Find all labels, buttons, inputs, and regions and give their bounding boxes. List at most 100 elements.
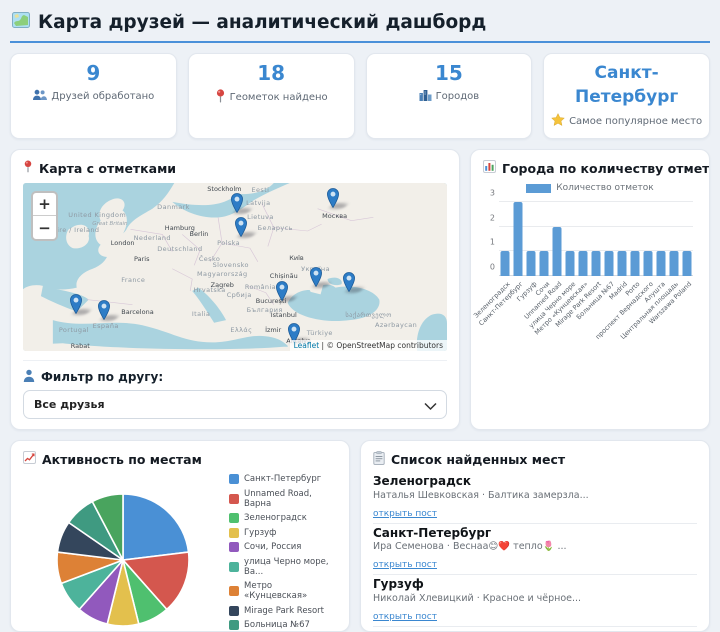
place-meta: Ира Семенова · Веснаа😊❤️ тепло🌷 ... bbox=[373, 541, 697, 552]
map-panel: Карта с отметками bbox=[10, 149, 460, 430]
stat-value: Санкт-Петербург bbox=[548, 61, 705, 109]
map-canvas[interactable]: StockholmEestiLatvijaLietuvaUnited Kingd… bbox=[23, 183, 447, 351]
gridline bbox=[499, 226, 693, 227]
map-marker-icon[interactable] bbox=[235, 217, 248, 237]
bar-chart-plot: 0123 bbox=[499, 202, 693, 276]
pie-chart-title: Активность по местам bbox=[42, 452, 202, 467]
person-icon bbox=[23, 369, 35, 385]
dashboard-page: Карта друзей — аналитический дашборд 9 Д… bbox=[0, 0, 720, 632]
place-name: Сочи, Россия bbox=[373, 629, 697, 632]
bar[interactable] bbox=[656, 251, 665, 276]
stats-row: 9 Друзей обработано 18 Геометок найдено … bbox=[10, 53, 710, 139]
stat-value: 15 bbox=[371, 61, 528, 85]
bar[interactable] bbox=[630, 251, 639, 276]
bar[interactable] bbox=[617, 251, 626, 276]
bar[interactable] bbox=[553, 227, 562, 276]
legend-swatch bbox=[229, 528, 239, 538]
map-marker-icon[interactable] bbox=[343, 272, 356, 292]
open-post-link[interactable]: открыть пост bbox=[373, 509, 437, 519]
bar[interactable] bbox=[592, 251, 601, 276]
stat-label: Друзей обработано bbox=[51, 91, 154, 103]
y-axis-tick: 0 bbox=[490, 263, 495, 272]
y-axis-tick: 1 bbox=[490, 238, 495, 247]
map-marker-icon[interactable] bbox=[231, 193, 244, 213]
friend-filter-select[interactable]: Все друзья bbox=[23, 390, 447, 419]
bar[interactable] bbox=[527, 251, 536, 276]
legend-swatch bbox=[229, 542, 239, 552]
app-header: Карта друзей — аналитический дашборд bbox=[10, 8, 710, 43]
place-list-item: Санкт-ПетербургИра Семенова · Веснаа😊❤️ … bbox=[373, 524, 697, 576]
place-list-item: ЗеленоградскНаталья Шевковская · Балтика… bbox=[373, 472, 697, 524]
people-icon bbox=[32, 89, 47, 105]
pie-legend-item[interactable]: улица Черно море, Ва... bbox=[229, 557, 337, 577]
map-marker-icon[interactable] bbox=[275, 281, 288, 301]
legend-swatch bbox=[229, 513, 239, 523]
legend-label: улица Черно море, Ва... bbox=[244, 557, 337, 577]
places-list-title: Список найденных мест bbox=[391, 452, 565, 467]
legend-label: Unnamed Road, Варна bbox=[244, 489, 337, 509]
bar-chart-title: Города по количеству отметок bbox=[502, 161, 710, 176]
pie-legend-item[interactable]: Mirage Park Resort bbox=[229, 606, 337, 616]
stat-label: Геометок найдено bbox=[230, 92, 328, 104]
pie-legend-item[interactable]: Больница №67 bbox=[229, 620, 337, 630]
pie-legend-item[interactable]: Гурзуф bbox=[229, 528, 337, 538]
legend-swatch bbox=[229, 474, 239, 484]
y-axis-tick: 2 bbox=[490, 213, 495, 222]
bar-chart-icon bbox=[483, 160, 496, 176]
open-post-link[interactable]: открыть пост bbox=[373, 612, 437, 622]
bar[interactable] bbox=[682, 251, 691, 276]
bar-chart-legend[interactable]: Количество отметок bbox=[483, 183, 697, 193]
place-name: Санкт-Петербург bbox=[373, 526, 697, 540]
stat-card-friends: 9 Друзей обработано bbox=[10, 53, 177, 139]
stat-card-geotags: 18 Геометок найдено bbox=[188, 53, 355, 139]
places-list: ЗеленоградскНаталья Шевковская · Балтика… bbox=[373, 472, 697, 632]
bar[interactable] bbox=[540, 251, 549, 276]
pie-legend-item[interactable]: Метро «Кунцевская» bbox=[229, 581, 337, 601]
bar[interactable] bbox=[604, 251, 613, 276]
places-list-panel: Список найденных мест ЗеленоградскНаталь… bbox=[360, 440, 710, 632]
open-post-link[interactable]: открыть пост bbox=[373, 560, 437, 570]
bar[interactable] bbox=[514, 202, 523, 276]
round-pushpin-icon bbox=[215, 89, 226, 107]
stat-label: Самое популярное место bbox=[569, 116, 702, 128]
legend-swatch bbox=[229, 586, 239, 596]
bar[interactable] bbox=[566, 251, 575, 276]
zoom-out-button[interactable]: − bbox=[33, 216, 56, 239]
legend-swatch bbox=[229, 494, 239, 504]
divider bbox=[23, 360, 447, 361]
pie-legend-item[interactable]: Зеленоградск bbox=[229, 513, 337, 523]
place-list-item: Сочи, РоссияЕлена Горькова · Это были пр… bbox=[373, 627, 697, 632]
legend-swatch bbox=[229, 562, 239, 572]
pie-legend-item[interactable]: Сочи, Россия bbox=[229, 542, 337, 552]
clipboard-icon bbox=[373, 451, 385, 468]
legend-label: Метро «Кунцевская» bbox=[244, 581, 337, 601]
map-marker-icon[interactable] bbox=[326, 188, 339, 208]
trend-chart-icon bbox=[23, 451, 36, 467]
bar-chart-panel: Города по количеству отметок Количество … bbox=[470, 149, 710, 430]
pie-legend-item[interactable]: Unnamed Road, Варна bbox=[229, 489, 337, 509]
gridline bbox=[499, 201, 693, 202]
place-list-item: ГурзуфНиколай Хлевицкий · Красное и чёрн… bbox=[373, 575, 697, 627]
leaflet-link[interactable]: Leaflet bbox=[294, 341, 320, 350]
pie-legend-item[interactable]: Санкт-Петербург bbox=[229, 474, 337, 484]
star-icon bbox=[551, 113, 565, 130]
bar[interactable] bbox=[643, 251, 652, 276]
map-marker-icon[interactable] bbox=[97, 300, 110, 320]
stat-value: 18 bbox=[193, 61, 350, 85]
y-axis-tick: 3 bbox=[490, 189, 495, 198]
pie-chart-panel: Активность по местам Санкт-Петербург Unna… bbox=[10, 440, 350, 632]
legend-label: Гурзуф bbox=[244, 528, 276, 538]
bar[interactable] bbox=[501, 251, 510, 276]
map-marker-icon[interactable] bbox=[309, 267, 322, 287]
pie-slice[interactable] bbox=[123, 494, 189, 560]
zoom-in-button[interactable]: + bbox=[33, 193, 56, 216]
legend-label: Mirage Park Resort bbox=[244, 606, 324, 616]
legend-label: Зеленоградск bbox=[244, 513, 307, 523]
legend-swatch bbox=[526, 184, 551, 193]
friend-filter-label: Фильтр по другу: bbox=[41, 370, 163, 384]
bar[interactable] bbox=[669, 251, 678, 276]
map-attribution[interactable]: Leaflet | © OpenStreetMap contributors bbox=[290, 340, 447, 351]
legend-label: Санкт-Петербург bbox=[244, 474, 321, 484]
bar[interactable] bbox=[579, 251, 588, 276]
map-marker-icon[interactable] bbox=[70, 294, 83, 314]
